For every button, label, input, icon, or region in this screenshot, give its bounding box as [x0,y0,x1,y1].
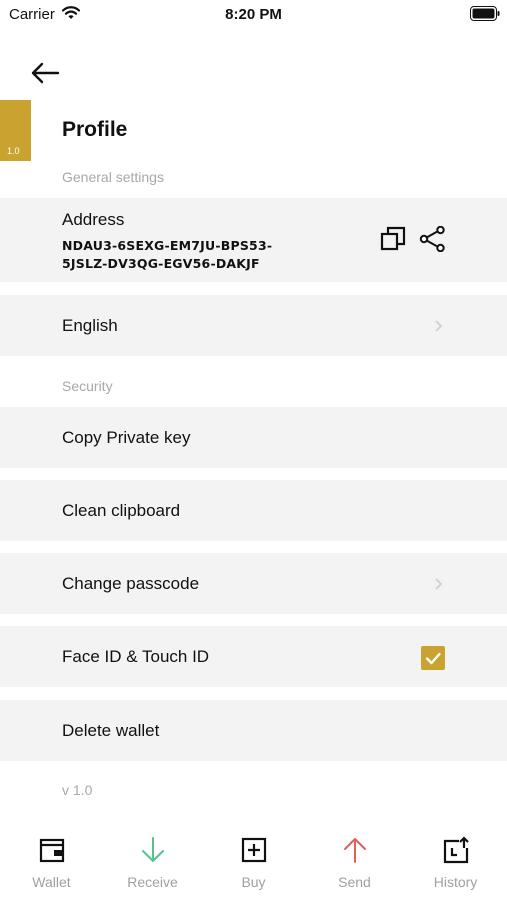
back-arrow-icon[interactable] [28,60,62,86]
arrow-down-icon [142,837,164,862]
tab-history-label: History [433,874,478,890]
tab-wallet-label: Wallet [32,874,71,890]
history-icon [443,836,469,864]
battery-icon [470,6,500,21]
version-badge-label: 1.0 [7,146,20,156]
arrow-up-icon [344,838,366,863]
face-id-label: Face ID & Touch ID [62,647,210,666]
chevron-right-icon [435,320,443,332]
tab-wallet[interactable]: Wallet [1,824,102,900]
tab-bar: Wallet Receive Buy Send History [0,824,507,900]
address-label: Address [62,210,125,229]
tab-receive-label: Receive [127,874,178,890]
delete-wallet-row[interactable]: Delete wallet [0,700,507,761]
tab-send-label: Send [338,874,371,890]
status-bar: Carrier 8:20 PM [0,0,507,30]
chevron-right-icon [435,578,443,590]
address-line-2: 5JSLZ-DV3QG-EGV56-DAKJF [62,256,260,271]
language-label: English [62,316,118,335]
tab-buy-label: Buy [241,874,266,890]
language-row[interactable]: English [0,295,507,356]
change-passcode-label: Change passcode [62,574,200,593]
clean-clipboard-label: Clean clipboard [62,501,181,520]
clock: 8:20 PM [225,6,282,23]
tab-buy[interactable]: Buy [203,824,304,900]
checkmark-icon [425,652,441,665]
tab-receive[interactable]: Receive [102,824,203,900]
app-version: v 1.0 [62,782,93,798]
copy-icon[interactable] [380,226,406,252]
section-security: Security [62,378,113,394]
version-badge: 1.0 [0,100,31,161]
clean-clipboard-row[interactable]: Clean clipboard [0,480,507,541]
copy-private-key-row[interactable]: Copy Private key [0,407,507,468]
address-line-1: NDAU3-6SEXG-EM7JU-BPS53- [62,238,273,253]
face-id-checkbox[interactable] [421,646,445,670]
page-title: Profile [62,118,128,141]
copy-private-key-label: Copy Private key [62,428,191,447]
tab-history[interactable]: History [405,824,506,900]
tab-send[interactable]: Send [304,824,405,900]
wallet-icon [39,838,65,863]
face-id-row: Face ID & Touch ID [0,626,507,687]
delete-wallet-label: Delete wallet [62,721,160,740]
address-row: Address NDAU3-6SEXG-EM7JU-BPS53- 5JSLZ-D… [0,198,507,282]
plus-box-icon [241,837,267,863]
section-general-settings: General settings [62,169,164,185]
change-passcode-row[interactable]: Change passcode [0,553,507,614]
share-icon[interactable] [418,226,446,252]
